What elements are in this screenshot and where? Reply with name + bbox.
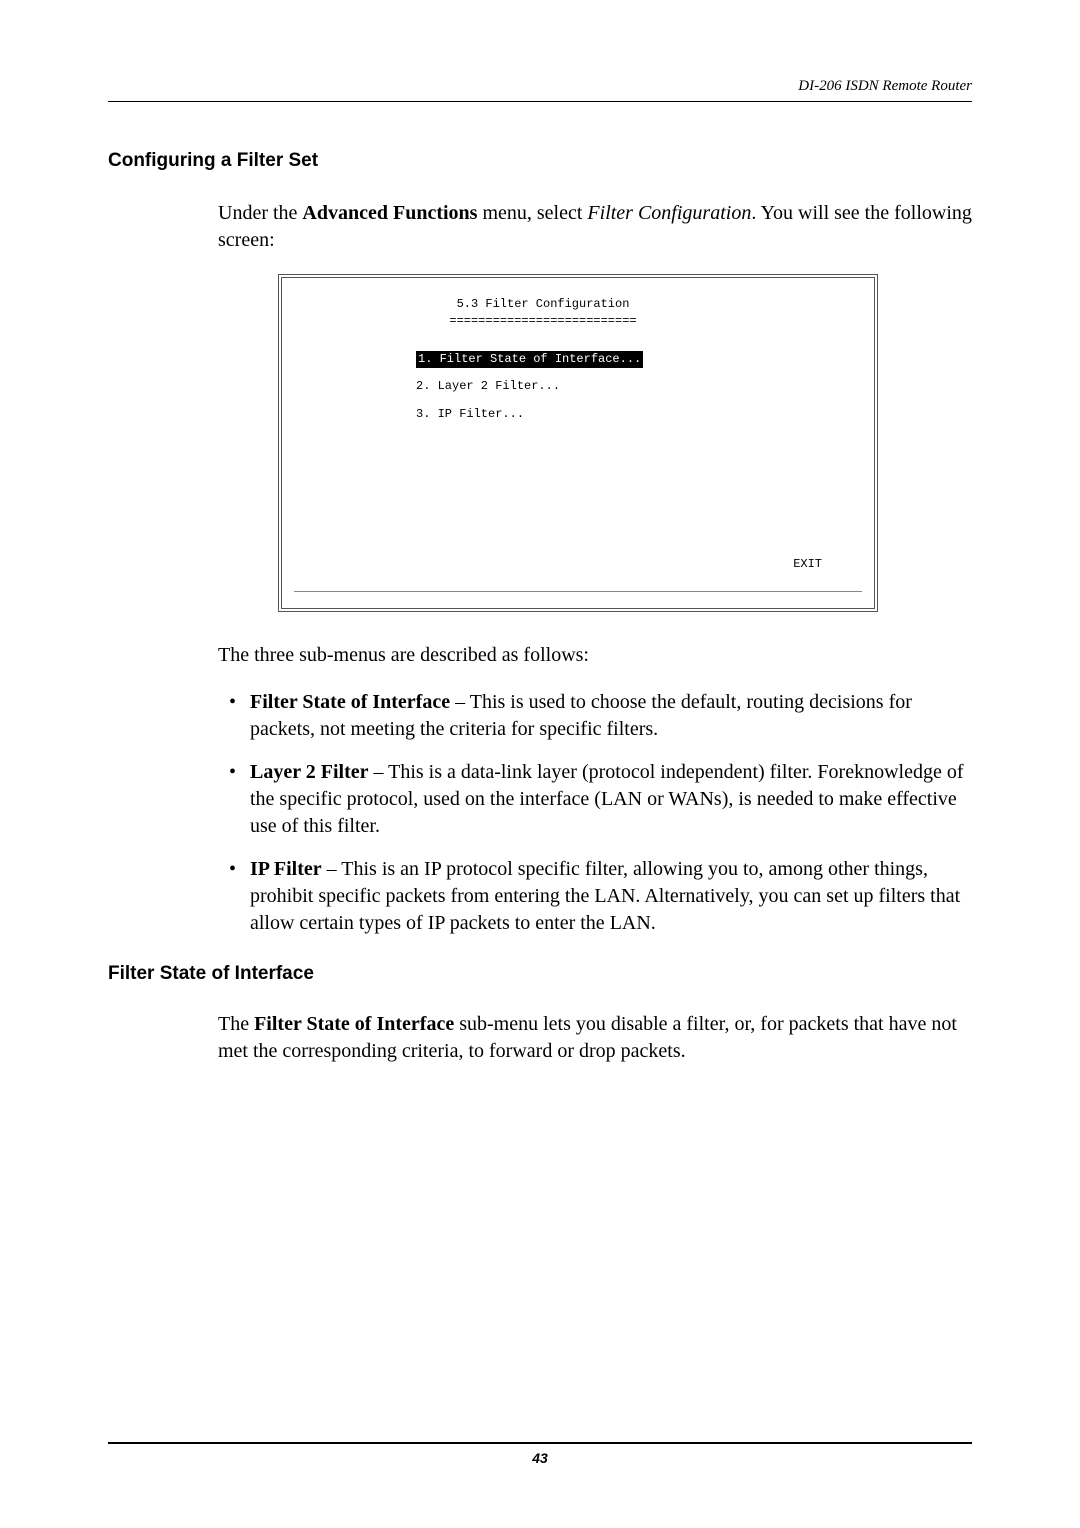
running-header: DI-206 ISDN Remote Router — [108, 78, 972, 102]
intro-paragraph: Under the Advanced Functions menu, selec… — [218, 200, 972, 254]
terminal-exit: EXIT — [793, 556, 822, 573]
terminal-menu-item: 3. IP Filter... — [416, 406, 862, 423]
list-item: Filter State of Interface – This is used… — [246, 689, 972, 743]
terminal-menu-item: 2. Layer 2 Filter... — [416, 378, 862, 395]
terminal-screenshot: 5.3 Filter Configuration ===============… — [278, 274, 878, 612]
list-item: IP Filter – This is an IP protocol speci… — [246, 856, 972, 937]
after-screenshot-text: The three sub-menus are described as fol… — [218, 642, 972, 669]
terminal-menu-item-selected: 1. Filter State of Interface... — [416, 351, 643, 368]
terminal-underline: ========================== — [224, 313, 862, 330]
bullet-list: Filter State of Interface – This is used… — [218, 689, 972, 937]
doc-title: DI-206 ISDN Remote Router — [798, 78, 972, 94]
list-item: Layer 2 Filter – This is a data-link lay… — [246, 759, 972, 840]
page-number: 43 — [532, 1450, 548, 1466]
subsection-heading: Filter State of Interface — [108, 963, 972, 985]
page-footer: 43 — [108, 1442, 972, 1468]
section-heading: Configuring a Filter Set — [108, 150, 972, 172]
subsection-paragraph: The Filter State of Interface sub-menu l… — [218, 1011, 972, 1065]
terminal-title: 5.3 Filter Configuration — [224, 296, 862, 313]
